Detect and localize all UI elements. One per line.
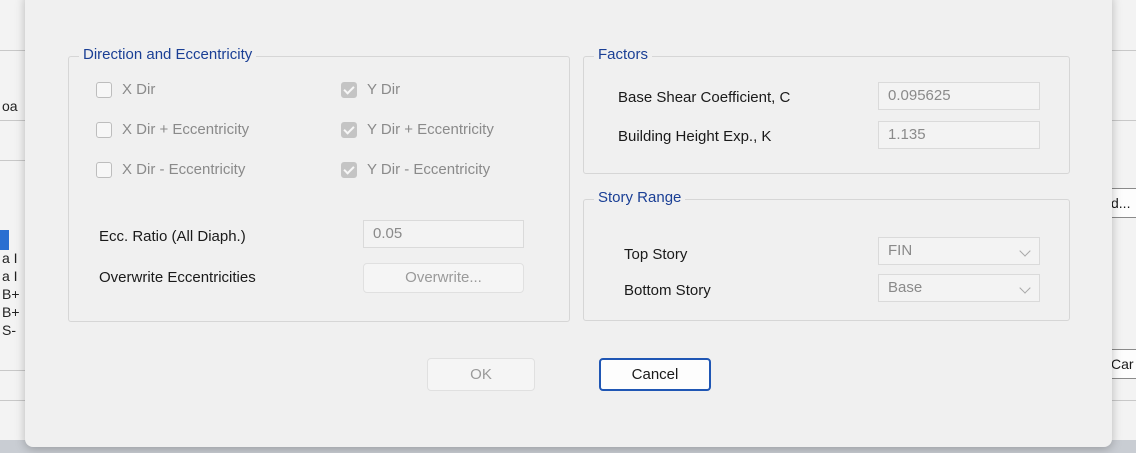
y-dir-checkbox[interactable]: Y Dir — [341, 81, 400, 98]
bottom-story-value: Base — [888, 279, 923, 296]
x-dir-minus-eccentricity-checkbox[interactable]: X Dir - Eccentricity — [96, 161, 245, 178]
bg-fragment: B+ — [2, 304, 20, 320]
checkbox-box — [341, 161, 357, 178]
base-shear-coefficient-label: Base Shear Coefficient, C — [618, 89, 791, 106]
x-dir-plus-eccentricity-checkbox[interactable]: X Dir + Eccentricity — [96, 121, 249, 138]
bg-fragment: oa — [2, 98, 18, 114]
building-height-exp-label: Building Height Exp., K — [618, 128, 772, 145]
checkbox-box — [96, 81, 112, 98]
bg-fragment: a I — [2, 268, 18, 284]
checkbox-box — [96, 161, 112, 178]
top-story-dropdown[interactable]: FIN — [878, 237, 1040, 265]
bg-fragment: S- — [2, 322, 16, 338]
overwrite-eccentricities-label: Overwrite Eccentricities — [99, 269, 256, 286]
factors-group: Factors Base Shear Coefficient, C 0.0956… — [583, 46, 1070, 174]
chevron-down-icon — [1019, 282, 1031, 294]
direction-eccentricity-title: Direction and Eccentricity — [79, 46, 257, 63]
bottom-story-dropdown[interactable]: Base — [878, 274, 1040, 302]
x-dir-checkbox[interactable]: X Dir — [96, 81, 155, 98]
top-story-label: Top Story — [624, 246, 688, 263]
checkbox-label: Y Dir — [367, 81, 401, 98]
checkbox-box — [96, 121, 112, 138]
checkbox-label: Y Dir + Eccentricity — [367, 121, 494, 138]
background-window-right: d... Car — [1106, 0, 1136, 453]
story-range-group: Story Range Top Story FIN Bottom Story B… — [583, 189, 1070, 321]
checkbox-box — [341, 121, 357, 138]
direction-eccentricity-group: Direction and Eccentricity X Dir Y Dir X… — [68, 46, 570, 322]
dialog-window: Direction and Eccentricity X Dir Y Dir X… — [25, 0, 1112, 447]
y-dir-plus-eccentricity-checkbox[interactable]: Y Dir + Eccentricity — [341, 121, 494, 138]
top-story-value: FIN — [888, 242, 913, 259]
y-dir-minus-eccentricity-checkbox[interactable]: Y Dir - Eccentricity — [341, 161, 490, 178]
cancel-button[interactable]: Cancel — [599, 358, 711, 391]
checkbox-label: X Dir — [122, 81, 156, 98]
chevron-down-icon — [1019, 245, 1031, 257]
bg-fragment: a I — [2, 250, 18, 266]
ecc-ratio-label: Ecc. Ratio (All Diaph.) — [99, 228, 246, 245]
building-height-exp-input[interactable]: 1.135 — [878, 121, 1040, 149]
bottom-story-label: Bottom Story — [624, 282, 711, 299]
checkbox-label: X Dir + Eccentricity — [122, 121, 250, 138]
ecc-ratio-input[interactable]: 0.05 — [363, 220, 524, 248]
checkbox-box — [341, 81, 357, 98]
overwrite-button[interactable]: Overwrite... — [363, 263, 524, 293]
checkbox-label: Y Dir - Eccentricity — [367, 161, 491, 178]
factors-title: Factors — [594, 46, 653, 63]
bg-fragment: B+ — [2, 286, 20, 302]
checkbox-label: X Dir - Eccentricity — [122, 161, 246, 178]
story-range-title: Story Range — [594, 189, 686, 206]
ok-button[interactable]: OK — [427, 358, 535, 391]
bg-selection-highlight — [0, 230, 9, 250]
base-shear-coefficient-input[interactable]: 0.095625 — [878, 82, 1040, 110]
